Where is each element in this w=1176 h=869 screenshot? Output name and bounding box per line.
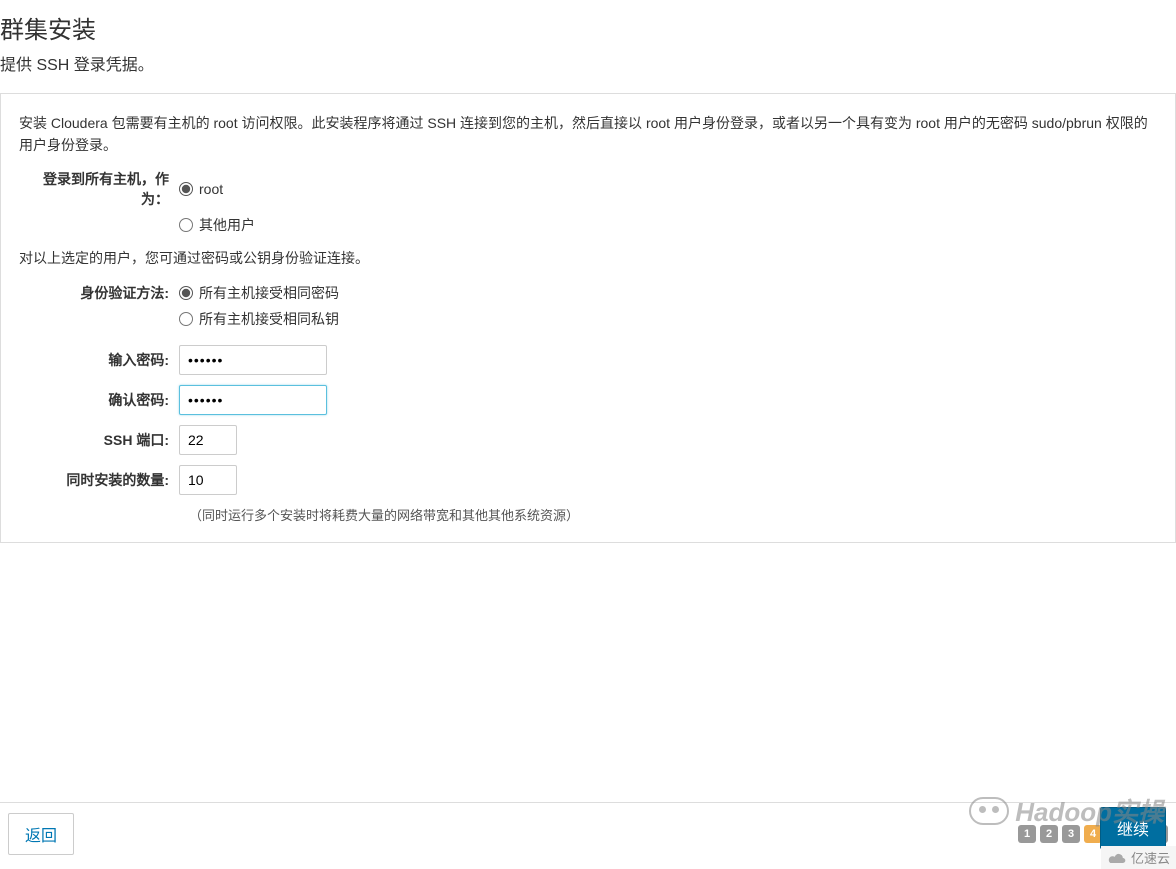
ssh-credentials-panel: 安装 Cloudera 包需要有主机的 root 访问权限。此安装程序将通过 S…: [0, 93, 1176, 543]
auth-note: 对以上选定的用户，您可通过密码或公钥身份验证连接。: [19, 247, 1157, 269]
install-count-input[interactable]: [179, 465, 237, 495]
login-user-other-radio[interactable]: [179, 218, 193, 232]
confirm-password-input[interactable]: [179, 385, 327, 415]
ssh-port-input[interactable]: [179, 425, 237, 455]
continue-button[interactable]: 继续: [1100, 807, 1166, 849]
login-user-other-option[interactable]: 其他用户: [179, 215, 255, 235]
password-label: 输入密码:: [19, 350, 179, 370]
ssh-port-label: SSH 端口:: [19, 430, 179, 450]
login-user-label: 登录到所有主机，作为：: [19, 169, 179, 209]
login-user-root-option[interactable]: root: [179, 181, 223, 197]
login-user-group: 登录到所有主机，作为： root 其他用户: [19, 169, 1157, 235]
page-subtitle: 提供 SSH 登录凭据。: [0, 51, 1176, 89]
auth-method-key-radio[interactable]: [179, 312, 193, 326]
wizard-footer: 返回 1 2 3 4 5 6 7 继续: [0, 802, 1176, 869]
page-step-2[interactable]: 2: [1040, 825, 1058, 843]
back-button[interactable]: 返回: [8, 813, 74, 855]
page-title: 群集安装: [0, 0, 1176, 51]
auth-method-key-option[interactable]: 所有主机接受相同私钥: [179, 309, 339, 329]
install-count-hint: （同时运行多个安装时将耗费大量的网络带宽和其他其他系统资源）: [19, 505, 1157, 524]
auth-method-key-text: 所有主机接受相同私钥: [199, 309, 339, 329]
login-user-other-text: 其他用户: [199, 215, 255, 235]
auth-method-group: 身份验证方法: 所有主机接受相同密码 所有主机接受相同私钥: [19, 283, 1157, 329]
login-user-root-radio[interactable]: [179, 182, 193, 196]
install-count-label: 同时安装的数量:: [19, 470, 179, 490]
auth-method-password-radio[interactable]: [179, 286, 193, 300]
page-step-1[interactable]: 1: [1018, 825, 1036, 843]
login-user-root-text: root: [199, 181, 223, 197]
auth-method-password-text: 所有主机接受相同密码: [199, 283, 339, 303]
auth-method-password-option[interactable]: 所有主机接受相同密码: [179, 283, 339, 303]
panel-intro: 安装 Cloudera 包需要有主机的 root 访问权限。此安装程序将通过 S…: [19, 112, 1157, 157]
page-step-3[interactable]: 3: [1062, 825, 1080, 843]
auth-method-label: 身份验证方法:: [19, 283, 179, 303]
confirm-password-label: 确认密码:: [19, 390, 179, 410]
password-input[interactable]: [179, 345, 327, 375]
